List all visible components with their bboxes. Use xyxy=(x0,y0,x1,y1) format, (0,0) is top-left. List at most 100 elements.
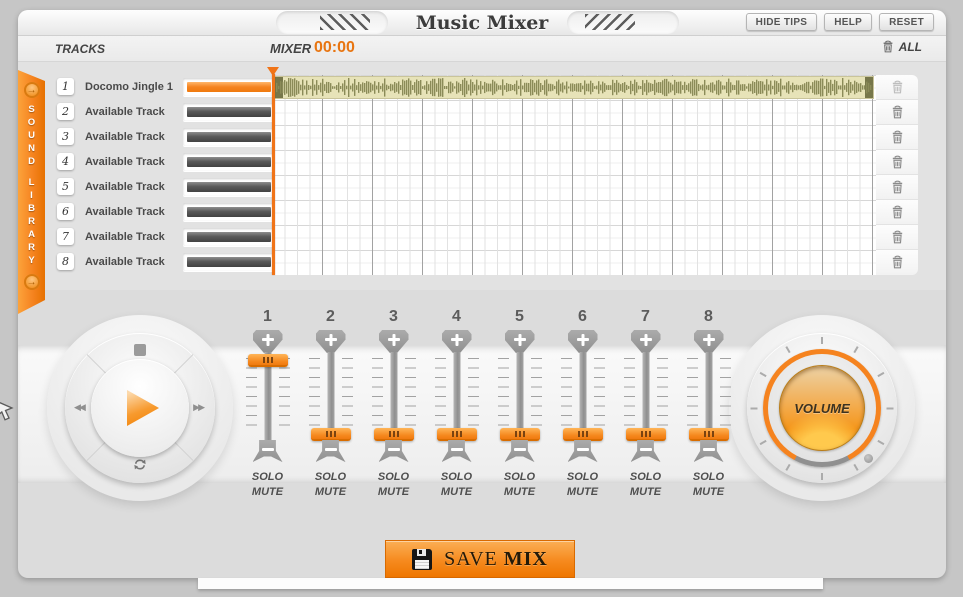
mute-button[interactable]: MUTE xyxy=(504,486,535,498)
solo-button[interactable]: SOLO xyxy=(630,471,661,483)
time-display: 00:00 xyxy=(314,39,355,57)
track-row[interactable]: 8 Available Track xyxy=(18,250,272,275)
volume-knob[interactable]: VOLUME xyxy=(779,365,865,451)
track-row[interactable]: 2 Available Track xyxy=(18,100,272,125)
track-number: 1 xyxy=(57,78,74,95)
slider-handle[interactable] xyxy=(248,354,288,367)
mute-button[interactable]: MUTE xyxy=(441,486,472,498)
rewind-button[interactable]: ◀◀ xyxy=(74,402,84,413)
timeline-grid[interactable] xyxy=(272,75,876,275)
mute-button[interactable]: MUTE xyxy=(567,486,598,498)
volume-up-button[interactable] xyxy=(379,330,409,353)
volume-up-button[interactable] xyxy=(568,330,598,353)
track-level-bar[interactable] xyxy=(183,253,275,271)
tick-marks xyxy=(561,358,572,434)
slider-handle[interactable] xyxy=(563,428,603,441)
track-name: Available Track xyxy=(85,106,165,118)
track-level-bar[interactable] xyxy=(183,228,275,246)
floppy-disk-icon xyxy=(412,549,432,570)
delete-track-button[interactable] xyxy=(876,250,918,275)
delete-track-button[interactable] xyxy=(876,200,918,225)
solo-button[interactable]: SOLO xyxy=(693,471,724,483)
app-header: Music Mixer HIDE TIPS HELP RESET xyxy=(18,10,946,36)
track-level-bar[interactable] xyxy=(183,153,275,171)
mute-button[interactable]: MUTE xyxy=(693,486,724,498)
track-level-bar[interactable] xyxy=(183,103,275,121)
fast-forward-button[interactable]: ▶▶ xyxy=(193,402,203,413)
channel-slider-6: 6 SOLO MUTE xyxy=(551,308,614,498)
mute-button[interactable]: MUTE xyxy=(378,486,409,498)
mute-button[interactable]: MUTE xyxy=(252,486,283,498)
track-level-bar[interactable] xyxy=(183,203,275,221)
delete-track-button[interactable] xyxy=(876,125,918,150)
slider-number: 7 xyxy=(641,308,650,330)
stop-button[interactable] xyxy=(134,344,146,356)
slider-number: 8 xyxy=(704,308,713,330)
sound-library-open-icon[interactable]: → xyxy=(24,82,40,98)
delete-track-button[interactable] xyxy=(876,175,918,200)
slider-handle[interactable] xyxy=(500,428,540,441)
audio-clip-waveform[interactable] xyxy=(274,76,874,99)
track-level-bar[interactable] xyxy=(183,178,275,196)
trash-icon xyxy=(890,180,905,195)
solo-button[interactable]: SOLO xyxy=(567,471,598,483)
track-row[interactable]: 3 Available Track xyxy=(18,125,272,150)
sound-library-tab[interactable]: → SOUND LIBRARY → xyxy=(18,68,45,314)
slider-handle[interactable] xyxy=(374,428,414,441)
slider-handle[interactable] xyxy=(437,428,477,441)
track-level-bar[interactable] xyxy=(183,78,275,96)
solo-button[interactable]: SOLO xyxy=(504,471,535,483)
volume-up-button[interactable] xyxy=(316,330,346,353)
track-row[interactable]: 1 Docomo Jingle 1 xyxy=(18,75,272,100)
hide-tips-button[interactable]: HIDE TIPS xyxy=(746,13,818,31)
loop-icon xyxy=(133,457,148,472)
slider-handle[interactable] xyxy=(626,428,666,441)
sound-library-open-icon-bottom[interactable]: → xyxy=(24,274,40,290)
volume-up-button[interactable] xyxy=(442,330,472,353)
play-button[interactable] xyxy=(91,359,189,457)
slider-handle[interactable] xyxy=(689,428,729,441)
save-mix-button[interactable]: SAVEMIX xyxy=(385,540,575,578)
mute-button[interactable]: MUTE xyxy=(315,486,346,498)
tick-marks xyxy=(405,358,416,434)
delete-track-button[interactable] xyxy=(876,150,918,175)
tick-marks xyxy=(657,358,668,434)
solo-button[interactable]: SOLO xyxy=(378,471,409,483)
track-delete-column xyxy=(876,75,918,275)
tick-marks xyxy=(624,358,635,434)
track-row[interactable]: 4 Available Track xyxy=(18,150,272,175)
solo-button[interactable]: SOLO xyxy=(441,471,472,483)
header-buttons: HIDE TIPS HELP RESET xyxy=(746,13,934,31)
slider-number: 3 xyxy=(389,308,398,330)
volume-up-button[interactable] xyxy=(694,330,724,353)
mute-button[interactable]: MUTE xyxy=(630,486,661,498)
track-row[interactable]: 7 Available Track xyxy=(18,225,272,250)
track-name: Available Track xyxy=(85,206,165,218)
volume-up-button[interactable] xyxy=(631,330,661,353)
delete-track-button[interactable] xyxy=(876,100,918,125)
trash-icon xyxy=(890,105,905,120)
volume-up-button[interactable] xyxy=(253,330,283,353)
channel-slider-7: 7 SOLO MUTE xyxy=(614,308,677,498)
clear-all-button[interactable]: ALL xyxy=(881,40,922,54)
help-button[interactable]: HELP xyxy=(824,13,872,31)
track-name: Docomo Jingle 1 xyxy=(85,81,173,93)
playhead[interactable] xyxy=(267,67,280,275)
volume-up-button[interactable] xyxy=(505,330,535,353)
sound-library-label-1: SOUND xyxy=(26,104,37,169)
loop-button[interactable] xyxy=(133,457,148,477)
reset-button[interactable]: RESET xyxy=(879,13,934,31)
track-row[interactable]: 5 Available Track xyxy=(18,175,272,200)
delete-track-button[interactable] xyxy=(876,75,918,100)
solo-button[interactable]: SOLO xyxy=(315,471,346,483)
solo-button[interactable]: SOLO xyxy=(252,471,283,483)
play-icon xyxy=(127,390,159,426)
tick-marks xyxy=(279,358,290,434)
track-number: 8 xyxy=(57,253,74,270)
delete-track-button[interactable] xyxy=(876,225,918,250)
track-row[interactable]: 6 Available Track xyxy=(18,200,272,225)
track-level-bar[interactable] xyxy=(183,128,275,146)
slider-handle[interactable] xyxy=(311,428,351,441)
master-volume-knob[interactable]: VOLUME xyxy=(747,333,897,483)
clear-all-label: ALL xyxy=(899,40,922,54)
